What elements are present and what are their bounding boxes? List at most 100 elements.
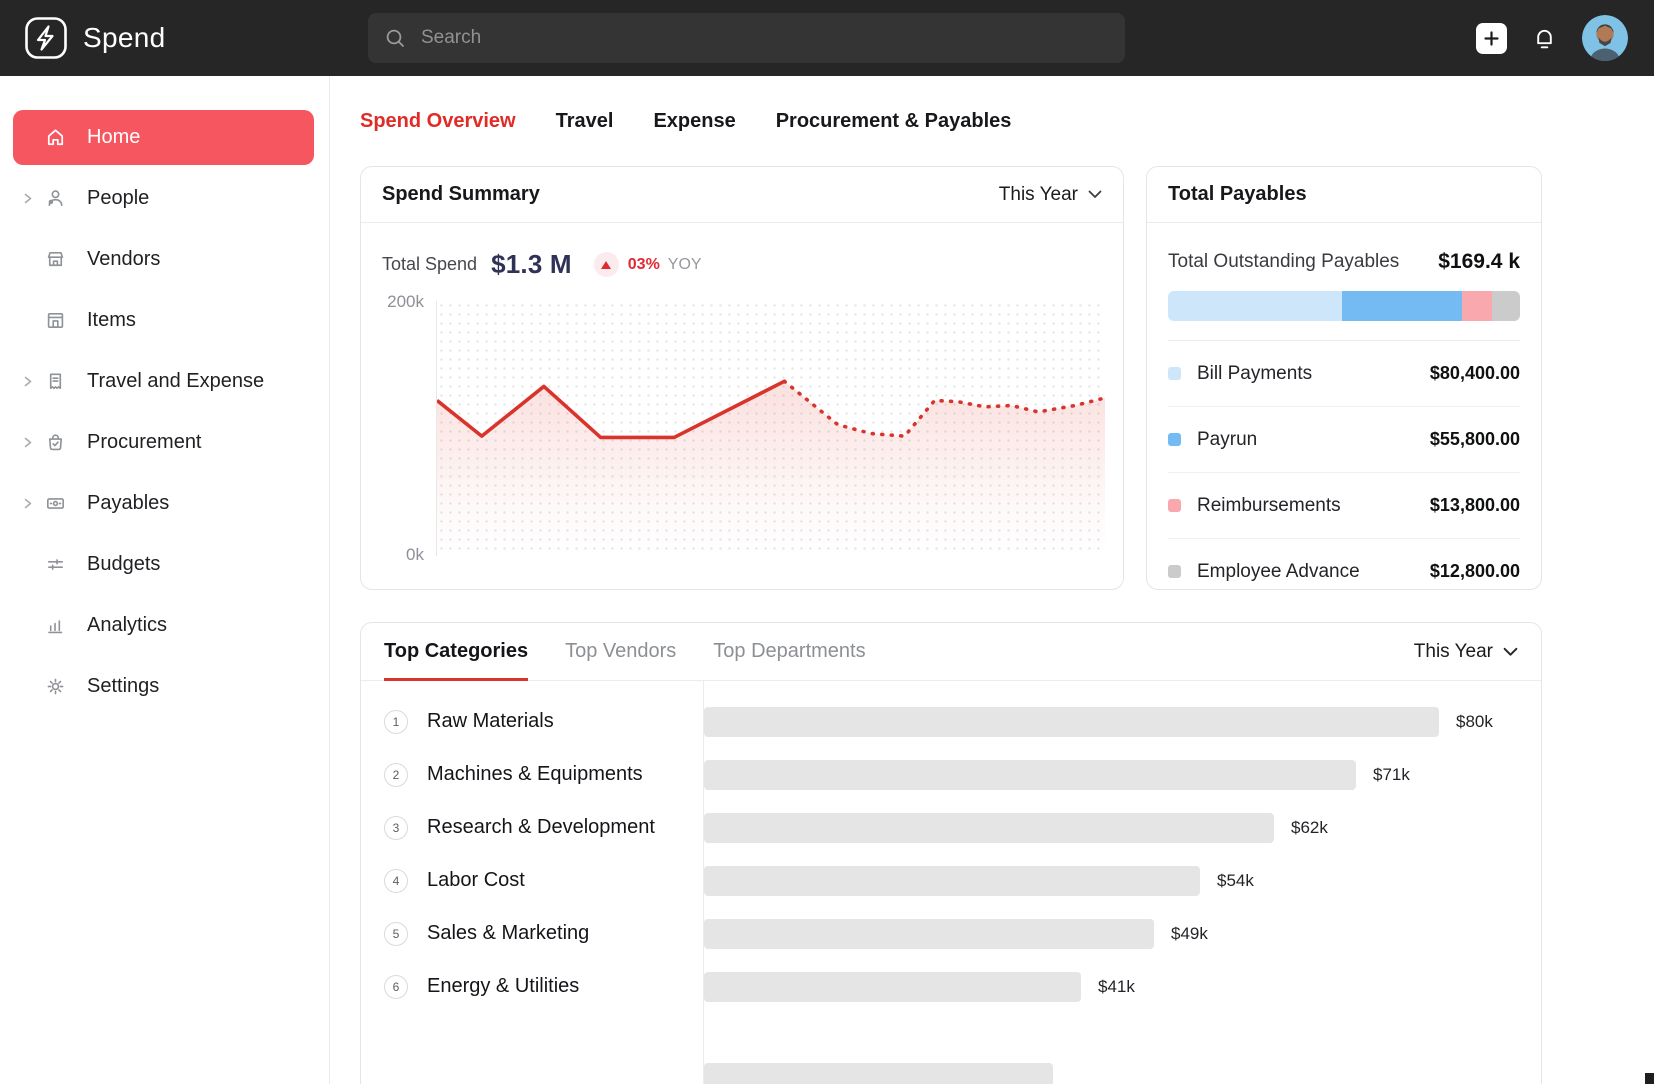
sidebar-item-vendors[interactable]: Vendors <box>0 229 329 290</box>
list-item: Payrun $55,800.00 <box>1168 406 1520 472</box>
tab-top-departments[interactable]: Top Departments <box>713 623 865 680</box>
category-bar <box>704 760 1356 790</box>
chevron-down-icon <box>1503 647 1518 657</box>
stacked-bar-segment <box>1342 291 1463 321</box>
sidebar-item-payables[interactable]: Payables <box>0 473 329 534</box>
bar-value: $54k <box>1217 871 1254 891</box>
top-spend-header: Top Categories Top Vendors Top Departmen… <box>361 623 1541 681</box>
card-title: Spend Summary <box>382 183 540 206</box>
bar-chart-icon <box>44 614 70 637</box>
list-item: 2 Machines & Equipments <box>361 748 703 801</box>
search-input[interactable] <box>419 26 1108 50</box>
person-icon <box>44 187 70 210</box>
list-item: 3 Research & Development <box>361 801 703 854</box>
breakdown-value: $80,400.00 <box>1430 363 1520 384</box>
period-select-spend-summary[interactable]: This Year <box>999 184 1102 206</box>
app-name: Spend <box>83 22 165 54</box>
storefront-icon <box>44 248 70 271</box>
y-axis-max-label: 200k <box>387 292 424 312</box>
list-item: Reimbursements $13,800.00 <box>1168 472 1520 538</box>
payrun-swatch <box>1168 433 1181 446</box>
sidebar: Home People Vendors <box>0 76 330 1084</box>
bar-value: $62k <box>1291 818 1328 838</box>
bill-payments-swatch <box>1168 367 1181 380</box>
tab-expense[interactable]: Expense <box>653 110 735 133</box>
stacked-bar-segment <box>1462 291 1492 321</box>
main-content: Spend Overview Travel Expense Procuremen… <box>330 76 1654 1084</box>
trend-up-icon <box>601 261 611 269</box>
period-select-top-spend[interactable]: This Year <box>1414 641 1518 663</box>
trend-up-badge <box>594 252 619 277</box>
list-item: 1 Raw Materials <box>361 695 703 748</box>
outstanding-row: Total Outstanding Payables $169.4 k <box>1147 223 1541 274</box>
stacked-bar-segment <box>1492 291 1520 321</box>
sidebar-item-settings[interactable]: Settings <box>0 656 329 717</box>
notifications-button[interactable] <box>1531 25 1558 52</box>
chevron-right-icon <box>22 497 44 510</box>
total-payables-header: Total Payables <box>1147 167 1541 223</box>
top-spend-tabs: Top Categories Top Vendors Top Departmen… <box>384 623 866 680</box>
gear-icon <box>44 675 70 698</box>
breakdown-value: $13,800.00 <box>1430 495 1520 516</box>
search-icon <box>385 28 406 49</box>
sidebar-item-procurement[interactable]: Procurement <box>0 412 329 473</box>
chevron-right-icon <box>22 192 44 205</box>
tab-travel[interactable]: Travel <box>556 110 614 133</box>
sidebar-item-travel-and-expense[interactable]: Travel and Expense <box>0 351 329 412</box>
topbar-actions <box>1476 0 1628 76</box>
category-bar <box>704 919 1154 949</box>
y-axis-min-label: 0k <box>406 545 424 565</box>
bar-row: $49k <box>704 907 1541 960</box>
page-tabs: Spend Overview Travel Expense Procuremen… <box>360 110 1011 133</box>
sidebar-item-people[interactable]: People <box>0 168 329 229</box>
tab-spend-overview[interactable]: Spend Overview <box>360 110 516 133</box>
sidebar-item-label: Budgets <box>87 553 160 576</box>
total-spend-stats: Total Spend $1.3 M 03% YOY <box>361 223 1123 280</box>
sidebar-item-analytics[interactable]: Analytics <box>0 595 329 656</box>
create-new-button[interactable] <box>1476 23 1507 54</box>
tab-top-categories[interactable]: Top Categories <box>384 623 528 680</box>
sidebar-item-label: Settings <box>87 675 159 698</box>
chevron-right-icon <box>22 436 44 449</box>
list-item: Employee Advance $12,800.00 <box>1168 538 1520 604</box>
list-item: 4 Labor Cost <box>361 854 703 907</box>
tab-top-vendors[interactable]: Top Vendors <box>565 623 676 680</box>
bag-check-icon <box>44 431 70 454</box>
sliders-icon <box>44 553 70 576</box>
search-bar[interactable] <box>368 13 1125 63</box>
category-bars: $80k $71k $62k $54k $49k <box>704 681 1541 1084</box>
package-icon <box>44 309 70 332</box>
sidebar-item-items[interactable]: Items <box>0 290 329 351</box>
rank-badge: 5 <box>384 922 408 946</box>
sidebar-item-label: Analytics <box>87 614 167 637</box>
list-item: 5 Sales & Marketing <box>361 907 703 960</box>
receipt-icon <box>44 370 70 393</box>
bell-icon <box>1531 25 1558 52</box>
tab-procurement-payables[interactable]: Procurement & Payables <box>776 110 1012 133</box>
outstanding-label: Total Outstanding Payables <box>1168 251 1399 273</box>
sidebar-item-label: People <box>87 187 149 210</box>
breakdown-value: $12,800.00 <box>1430 561 1520 582</box>
employee-advance-swatch <box>1168 565 1181 578</box>
scrollbar-corner <box>1645 1073 1654 1084</box>
rank-badge: 1 <box>384 710 408 734</box>
total-spend-value: $1.3 M <box>491 249 572 280</box>
banknote-icon <box>44 492 70 515</box>
outstanding-value: $169.4 k <box>1438 250 1520 274</box>
category-bar <box>704 813 1274 843</box>
chevron-down-icon <box>1088 190 1102 199</box>
yoy-change: 03% <box>628 256 660 274</box>
category-list: 1 Raw Materials 2 Machines & Equipments … <box>361 681 704 1084</box>
total-payables-card: Total Payables Total Outstanding Payable… <box>1146 166 1542 590</box>
line-chart-plot-area <box>436 301 1105 556</box>
breakdown-label: Employee Advance <box>1197 561 1360 583</box>
stacked-bar-segment <box>1168 291 1342 321</box>
category-bar <box>704 707 1439 737</box>
bar-value: $49k <box>1171 924 1208 944</box>
category-bar <box>704 972 1081 1002</box>
category-label: Raw Materials <box>427 710 554 733</box>
sidebar-item-budgets[interactable]: Budgets <box>0 534 329 595</box>
sidebar-item-home[interactable]: Home <box>0 107 329 168</box>
bar-row: $71k <box>704 748 1541 801</box>
avatar[interactable] <box>1582 15 1628 61</box>
